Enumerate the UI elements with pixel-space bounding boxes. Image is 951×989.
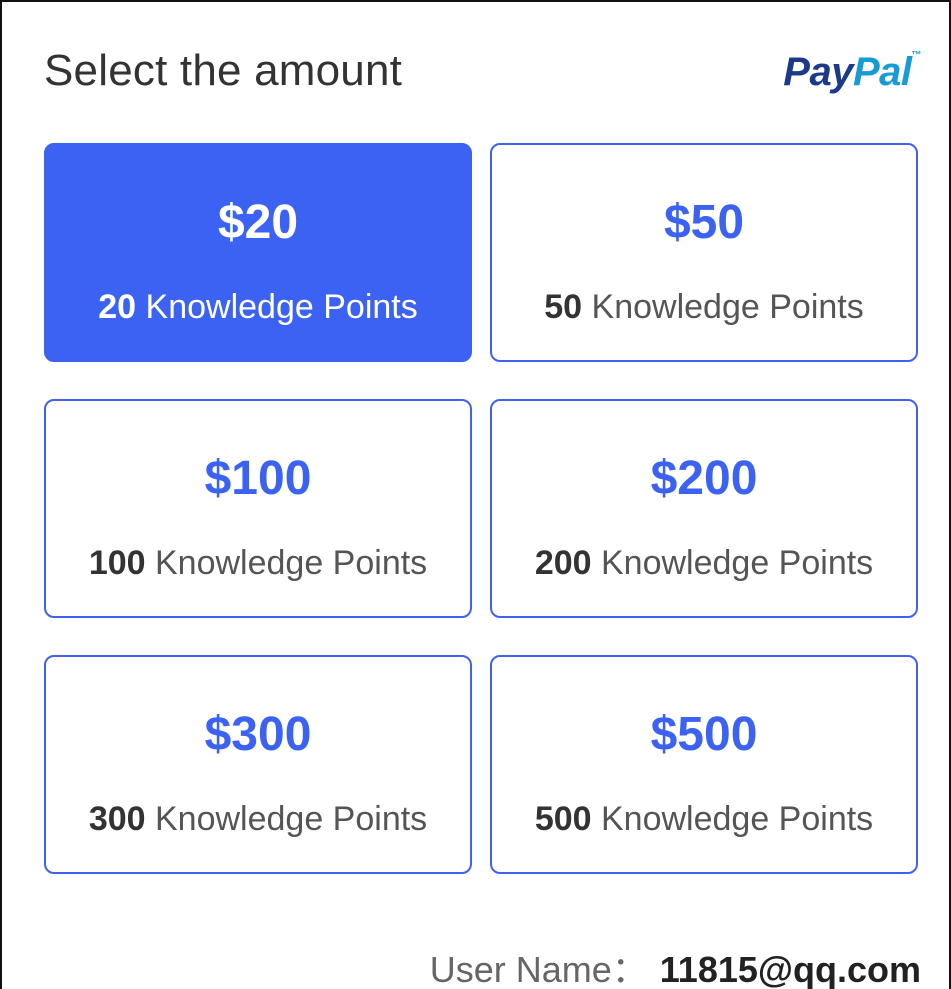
amount-points: 300 Knowledge Points: [88, 800, 428, 838]
amount-price: $100: [204, 452, 312, 505]
amount-points: 100 Knowledge Points: [88, 544, 428, 582]
user-name-label: User Name：: [429, 949, 648, 989]
amount-price: $50: [663, 196, 745, 249]
amount-options-grid: $20 20 Knowledge Points $50 50 Knowledge…: [44, 143, 918, 874]
amount-option-100[interactable]: $100 100 Knowledge Points: [44, 399, 472, 618]
page-title: Select the amount: [44, 46, 403, 95]
amount-points: 200 Knowledge Points: [534, 544, 874, 582]
amount-price: $200: [650, 452, 758, 505]
user-name-row: User Name： 11815@qq.com: [430, 941, 921, 989]
amount-points: 20 Knowledge Points: [98, 288, 418, 326]
amount-option-50[interactable]: $50 50 Knowledge Points: [490, 143, 918, 362]
amount-price: $500: [650, 708, 758, 761]
amount-points: 50 Knowledge Points: [544, 288, 864, 326]
amount-price: $300: [204, 708, 312, 761]
user-name-value: 11815@qq.com: [659, 949, 921, 989]
amount-option-20[interactable]: $20 20 Knowledge Points: [44, 143, 472, 362]
amount-points: 500 Knowledge Points: [534, 800, 874, 838]
amount-option-300[interactable]: $300 300 Knowledge Points: [44, 655, 472, 874]
amount-option-200[interactable]: $200 200 Knowledge Points: [490, 399, 918, 618]
paypal-logo: PayPal™: [783, 50, 921, 94]
amount-price: $20: [217, 196, 299, 249]
amount-option-500[interactable]: $500 500 Knowledge Points: [490, 655, 918, 874]
